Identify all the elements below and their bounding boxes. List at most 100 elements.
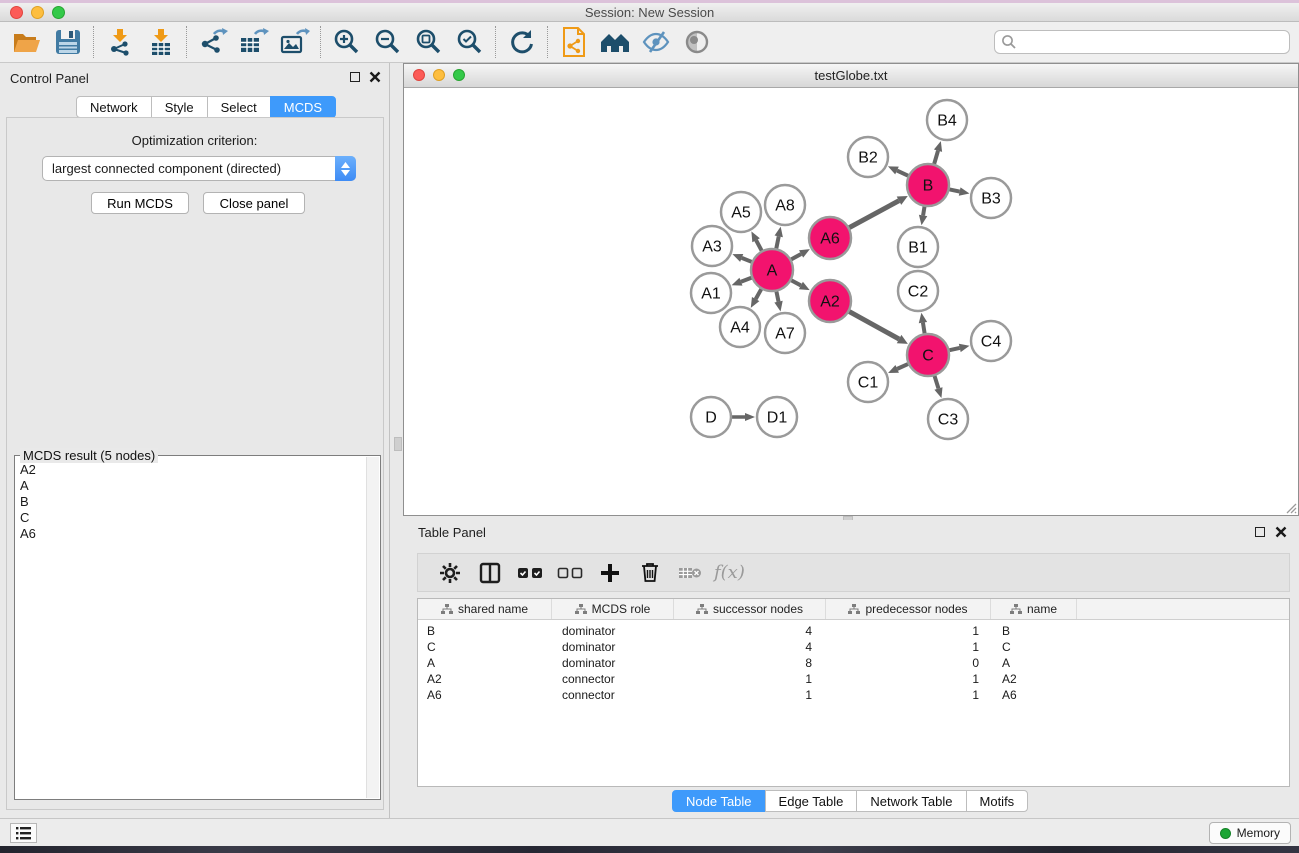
result-item[interactable]: B — [20, 494, 366, 510]
graph-edge-B-B3[interactable] — [950, 189, 960, 191]
network-close-button[interactable] — [413, 69, 425, 81]
open-file-icon[interactable] — [6, 24, 47, 60]
float-table-panel-icon[interactable] — [1255, 527, 1265, 537]
graph-edge-A-A1[interactable] — [741, 278, 751, 282]
deselect-all-checkboxes-icon[interactable] — [550, 557, 590, 589]
task-history-button[interactable] — [10, 823, 37, 843]
network-window-titlebar[interactable]: testGlobe.txt — [404, 64, 1298, 88]
criterion-dropdown[interactable]: largest connected component (directed) — [42, 156, 356, 181]
export-table-icon[interactable] — [233, 24, 274, 60]
table-cell: 1 — [826, 688, 991, 702]
horizontal-splitter-handle[interactable] — [394, 437, 402, 451]
search-field[interactable] — [994, 30, 1290, 54]
zoom-window-button[interactable] — [52, 6, 65, 19]
table-row[interactable]: Cdominator41C — [418, 639, 1289, 655]
result-item[interactable]: C — [20, 510, 366, 526]
close-panel-icon[interactable] — [369, 71, 381, 83]
select-all-checkboxes-icon[interactable] — [510, 557, 550, 589]
network-minimize-button[interactable] — [433, 69, 445, 81]
graph-edge-B-B2[interactable] — [897, 171, 908, 176]
node-label-A3: A3 — [702, 239, 722, 256]
column-layout-icon[interactable] — [470, 557, 510, 589]
graph-edge-C-C1[interactable] — [897, 364, 908, 369]
refresh-icon[interactable] — [501, 24, 542, 60]
tab-select[interactable]: Select — [207, 96, 271, 118]
graph-edge-A-A7[interactable] — [776, 292, 778, 302]
result-item[interactable]: A2 — [20, 462, 366, 478]
document-network-icon[interactable] — [553, 24, 594, 60]
graph-edge-A-A3[interactable] — [742, 258, 752, 262]
table-row[interactable]: Bdominator41B — [418, 623, 1289, 639]
close-table-panel-icon[interactable] — [1275, 526, 1287, 538]
close-window-button[interactable] — [10, 6, 23, 19]
table-row[interactable]: A2connector11A2 — [418, 671, 1289, 687]
table-panel: Table Panel f(x) shared nameMCDS rolesuc… — [391, 520, 1299, 818]
column-header-MCDS-role[interactable]: MCDS role — [552, 599, 674, 619]
tab-style[interactable]: Style — [151, 96, 208, 118]
zoom-fit-icon[interactable] — [408, 24, 449, 60]
mcds-result-list[interactable]: A2ABCA6 — [16, 462, 366, 798]
float-panel-icon[interactable] — [350, 72, 360, 82]
graph-edge-A6-B[interactable] — [849, 201, 899, 228]
add-column-icon[interactable] — [590, 557, 630, 589]
tab-network[interactable]: Network — [76, 96, 152, 118]
network-zoom-button[interactable] — [453, 69, 465, 81]
graph-edge-A-A5[interactable] — [756, 240, 762, 250]
table-row[interactable]: Adominator80A — [418, 655, 1289, 671]
graph-edge-C-C2[interactable] — [923, 323, 925, 334]
node-label-A2: A2 — [820, 294, 840, 311]
column-header-successor-nodes[interactable]: successor nodes — [674, 599, 826, 619]
run-mcds-button[interactable]: Run MCDS — [91, 192, 189, 214]
search-input[interactable] — [1017, 32, 1289, 52]
graph-edge-C-C4[interactable] — [949, 348, 959, 350]
column-header-name[interactable]: name — [991, 599, 1077, 619]
graph-edge-A-A2[interactable] — [791, 280, 800, 285]
settings-gear-icon[interactable] — [430, 557, 470, 589]
export-image-icon[interactable] — [274, 24, 315, 60]
resize-grip-icon[interactable] — [1283, 500, 1297, 514]
mcds-result-title: MCDS result (5 nodes) — [20, 448, 158, 463]
node-label-D1: D1 — [767, 410, 788, 427]
zoom-out-icon[interactable] — [367, 24, 408, 60]
toolbar-separator — [320, 26, 321, 58]
tab-network-table[interactable]: Network Table — [856, 790, 966, 812]
column-header-predecessor-nodes[interactable]: predecessor nodes — [826, 599, 991, 619]
table-cell: 4 — [674, 624, 826, 638]
import-network-icon[interactable] — [99, 24, 140, 60]
result-item[interactable]: A — [20, 478, 366, 494]
graph-edge-C-C3[interactable] — [935, 376, 939, 388]
graph-edge-A-A4[interactable] — [756, 289, 762, 299]
tab-node-table[interactable]: Node Table — [672, 790, 766, 812]
result-scrollbar[interactable] — [366, 457, 379, 798]
memory-button[interactable]: Memory — [1209, 822, 1291, 844]
delete-column-icon[interactable] — [630, 557, 670, 589]
minimize-window-button[interactable] — [31, 6, 44, 19]
result-item[interactable]: A6 — [20, 526, 366, 542]
save-session-icon[interactable] — [47, 24, 88, 60]
hide-graphics-details-icon[interactable] — [635, 24, 676, 60]
show-graphics-details-icon[interactable] — [676, 24, 717, 60]
delete-table-icon[interactable] — [670, 557, 710, 589]
zoom-selected-icon[interactable] — [449, 24, 490, 60]
graph-edge-A-A6[interactable] — [791, 254, 801, 259]
table-row[interactable]: A6connector11A6 — [418, 687, 1289, 703]
tab-motifs[interactable]: Motifs — [966, 790, 1029, 812]
export-network-icon[interactable] — [192, 24, 233, 60]
graph-edge-A-A8[interactable] — [776, 236, 778, 248]
toolbar-separator — [186, 26, 187, 58]
function-builder-icon[interactable]: f(x) — [710, 562, 745, 583]
graph-edge-A2-C[interactable] — [849, 312, 899, 339]
edge-arrowhead — [919, 313, 927, 324]
table-cell: dominator — [552, 656, 674, 670]
home-icon[interactable] — [594, 24, 635, 60]
import-table-icon[interactable] — [140, 24, 181, 60]
graph-edge-B-B4[interactable] — [934, 151, 938, 164]
zoom-in-icon[interactable] — [326, 24, 367, 60]
network-graph[interactable]: B4B2BB3A8A5A6A3B1AC2A1A2A4A7C4CC1DD1C3 — [404, 88, 1298, 515]
close-panel-button[interactable]: Close panel — [203, 192, 305, 214]
tab-edge-table[interactable]: Edge Table — [765, 790, 858, 812]
column-header-shared-name[interactable]: shared name — [418, 599, 552, 619]
tab-mcds[interactable]: MCDS — [270, 96, 336, 118]
edge-arrowhead — [732, 254, 743, 262]
graph-edge-B-B1[interactable] — [923, 207, 924, 216]
